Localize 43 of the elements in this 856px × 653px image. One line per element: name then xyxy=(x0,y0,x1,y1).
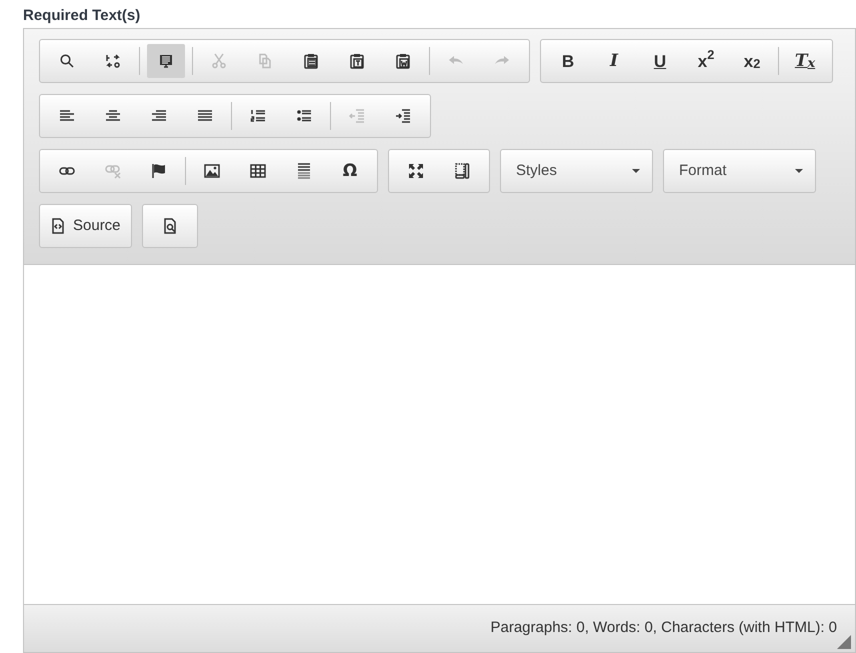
numbered-list-icon xyxy=(250,108,266,124)
clipboard-icon xyxy=(395,53,411,69)
outdent-icon xyxy=(349,108,365,124)
dropdown[interactable]: Styles xyxy=(500,149,653,193)
code-file-icon xyxy=(50,218,66,234)
toolbar-button[interactable]: Ω xyxy=(331,154,369,188)
search-icon xyxy=(59,53,75,69)
source-button[interactable]: Source xyxy=(44,209,127,243)
indent-icon xyxy=(395,108,411,124)
align-left-icon xyxy=(59,108,75,124)
dropdown-label: Styles xyxy=(516,160,557,181)
copy-icon xyxy=(257,53,273,69)
image-icon xyxy=(204,163,220,179)
page-frame-icon xyxy=(454,163,470,179)
toolbar-button[interactable]: I xyxy=(595,44,633,78)
preview-icon xyxy=(162,218,178,234)
table-icon xyxy=(250,163,266,179)
dropdown-label: Format xyxy=(679,160,727,181)
horizontal-lines-icon xyxy=(296,163,312,179)
justify-icon xyxy=(197,108,213,124)
toolbar-button[interactable]: U xyxy=(641,44,679,78)
align-center-icon xyxy=(105,108,121,124)
scissors-icon xyxy=(211,53,227,69)
clipboard-icon xyxy=(349,53,365,69)
toolbar-button[interactable]: B xyxy=(549,44,587,78)
text-block-icon xyxy=(158,53,174,69)
word-count: Paragraphs: 0, Words: 0, Characters (with HTML): 0 xyxy=(490,618,837,638)
expand-arrows-icon xyxy=(408,163,424,179)
toolbar-button[interactable]: x$^{2}$ xyxy=(687,44,725,78)
caret-icon xyxy=(795,169,803,173)
bulleted-list-icon xyxy=(296,108,312,124)
dropdown[interactable]: Format xyxy=(663,149,816,193)
unlink-icon xyxy=(105,163,121,179)
field-label: Required Text(s) xyxy=(23,6,140,26)
flag-icon xyxy=(151,163,167,179)
caret-icon xyxy=(632,169,640,173)
clipboard-icon xyxy=(303,53,319,69)
toolbar-button[interactable] xyxy=(147,44,185,78)
toolbar-button[interactable]: T$_{x}$ xyxy=(786,44,824,78)
resize-handle-icon[interactable] xyxy=(837,635,851,649)
align-right-icon xyxy=(151,108,167,124)
swap-arrows-icon xyxy=(105,53,121,69)
toolbar-button[interactable]: x$_{2}$ xyxy=(733,44,771,78)
